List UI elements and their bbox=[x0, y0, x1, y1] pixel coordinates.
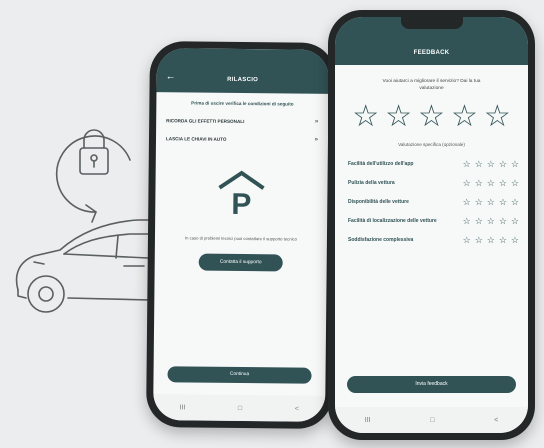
right-phone: FEEDBACK Vuoi aiutarci a migliorare il s… bbox=[328, 10, 535, 440]
criteria-stars: ☆ ☆ ☆ ☆ ☆ bbox=[463, 159, 519, 170]
double-chevron-right-icon: » bbox=[314, 118, 319, 125]
star-outline-icon[interactable]: ☆ bbox=[475, 159, 483, 170]
criteria-label: Facilità dell'utilizzo dell'app bbox=[348, 161, 414, 168]
back-icon[interactable]: < bbox=[494, 417, 498, 424]
star-outline-icon[interactable]: ☆ bbox=[352, 102, 379, 132]
star-outline-icon[interactable]: ☆ bbox=[475, 216, 483, 227]
continue-button[interactable]: Continua bbox=[167, 366, 312, 384]
feedback-question: Vuoi aiutarci a migliorare il servizio? … bbox=[382, 79, 481, 91]
star-outline-icon[interactable]: ☆ bbox=[463, 216, 471, 227]
left-phone: ← RILASCIO Prima di uscire verifica le c… bbox=[145, 41, 337, 429]
criteria-stars: ☆ ☆ ☆ ☆ ☆ bbox=[463, 178, 519, 189]
parking-letter: P bbox=[231, 187, 252, 222]
phone-notch bbox=[400, 17, 463, 29]
release-title: RILASCIO bbox=[227, 76, 259, 84]
star-outline-icon[interactable]: ☆ bbox=[487, 216, 495, 227]
star-outline-icon[interactable]: ☆ bbox=[463, 197, 471, 208]
star-outline-icon[interactable]: ☆ bbox=[463, 178, 471, 189]
criteria-stars: ☆ ☆ ☆ ☆ ☆ bbox=[463, 235, 519, 246]
contact-support-button[interactable]: Contatta il supporto bbox=[198, 253, 283, 272]
star-outline-icon[interactable]: ☆ bbox=[451, 102, 478, 132]
home-icon[interactable]: □ bbox=[430, 417, 434, 424]
criteria-row: Pulizia della vettura ☆ ☆ ☆ ☆ ☆ bbox=[335, 178, 528, 189]
criteria-row: Disponibilità delle vetture ☆ ☆ ☆ ☆ ☆ bbox=[335, 197, 528, 208]
recent-apps-icon[interactable]: III bbox=[365, 417, 371, 424]
feedback-header: FEEDBACK bbox=[335, 17, 528, 65]
feedback-screen: FEEDBACK Vuoi aiutarci a migliorare il s… bbox=[335, 17, 528, 433]
criteria-label: Disponibilità delle vetture bbox=[348, 199, 409, 206]
release-screen: ← RILASCIO Prima di uscire verifica le c… bbox=[153, 48, 329, 422]
criteria-label: Facilità di localizzazione delle vetture bbox=[348, 218, 437, 225]
star-outline-icon[interactable]: ☆ bbox=[463, 235, 471, 246]
check-item-keys[interactable]: LASCIA LE CHIAVI IN AUTO » bbox=[156, 135, 328, 143]
star-outline-icon[interactable]: ☆ bbox=[499, 159, 507, 170]
criteria-row: Facilità di localizzazione delle vetture… bbox=[335, 216, 528, 227]
overall-rating: ☆ ☆ ☆ ☆ ☆ bbox=[335, 102, 528, 132]
star-outline-icon[interactable]: ☆ bbox=[487, 159, 495, 170]
star-outline-icon[interactable]: ☆ bbox=[499, 216, 507, 227]
criteria-label: Pulizia della vettura bbox=[348, 180, 395, 187]
criteria-label: Soddisfazione complessiva bbox=[348, 237, 414, 244]
back-icon[interactable]: < bbox=[295, 405, 299, 412]
android-nav-bar: III □ < bbox=[153, 394, 326, 422]
criteria-stars: ☆ ☆ ☆ ☆ ☆ bbox=[463, 197, 519, 208]
star-outline-icon[interactable]: ☆ bbox=[475, 178, 483, 189]
parking-icon: P bbox=[213, 168, 270, 223]
star-outline-icon[interactable]: ☆ bbox=[511, 216, 519, 227]
star-outline-icon[interactable]: ☆ bbox=[475, 197, 483, 208]
star-outline-icon[interactable]: ☆ bbox=[511, 178, 519, 189]
release-header: ← RILASCIO bbox=[156, 48, 329, 94]
star-outline-icon[interactable]: ☆ bbox=[499, 197, 507, 208]
specific-rating-label: Valutazione specifica (opzionale) bbox=[398, 142, 465, 147]
star-outline-icon[interactable]: ☆ bbox=[499, 235, 507, 246]
support-help-text: In caso di problemi tecnici puoi contatt… bbox=[184, 235, 297, 242]
star-outline-icon[interactable]: ☆ bbox=[385, 102, 412, 132]
star-outline-icon[interactable]: ☆ bbox=[487, 235, 495, 246]
star-outline-icon[interactable]: ☆ bbox=[511, 159, 519, 170]
check-item-label: RICORDA GLI EFFETTI PERSONALI bbox=[166, 117, 245, 124]
star-outline-icon[interactable]: ☆ bbox=[499, 178, 507, 189]
feedback-title: FEEDBACK bbox=[413, 50, 450, 56]
recent-apps-icon[interactable]: III bbox=[179, 404, 185, 411]
release-intro: Prima di uscire verifica le condizioni d… bbox=[191, 100, 294, 107]
star-outline-icon[interactable]: ☆ bbox=[487, 178, 495, 189]
star-outline-icon[interactable]: ☆ bbox=[484, 102, 511, 132]
check-item-label: LASCIA LE CHIAVI IN AUTO bbox=[165, 135, 227, 142]
criteria-list: Facilità dell'utilizzo dell'app ☆ ☆ ☆ ☆ ☆ Pu… bbox=[335, 159, 528, 246]
home-icon[interactable]: □ bbox=[238, 404, 242, 411]
star-outline-icon[interactable]: ☆ bbox=[418, 102, 445, 132]
check-item-personal-effects[interactable]: RICORDA GLI EFFETTI PERSONALI » bbox=[156, 117, 328, 125]
star-outline-icon[interactable]: ☆ bbox=[511, 235, 519, 246]
criteria-row: Facilità dell'utilizzo dell'app ☆ ☆ ☆ ☆ ☆ bbox=[335, 159, 528, 170]
send-feedback-button[interactable]: Invia feedback bbox=[347, 376, 516, 393]
star-outline-icon[interactable]: ☆ bbox=[475, 235, 483, 246]
arrow-left-icon[interactable]: ← bbox=[166, 71, 176, 82]
double-chevron-right-icon: » bbox=[314, 136, 319, 143]
star-outline-icon[interactable]: ☆ bbox=[511, 197, 519, 208]
android-nav-bar: III □ < bbox=[335, 407, 528, 433]
criteria-stars: ☆ ☆ ☆ ☆ ☆ bbox=[463, 216, 519, 227]
star-outline-icon[interactable]: ☆ bbox=[487, 197, 495, 208]
criteria-row: Soddisfazione complessiva ☆ ☆ ☆ ☆ ☆ bbox=[335, 235, 528, 246]
star-outline-icon[interactable]: ☆ bbox=[463, 159, 471, 170]
